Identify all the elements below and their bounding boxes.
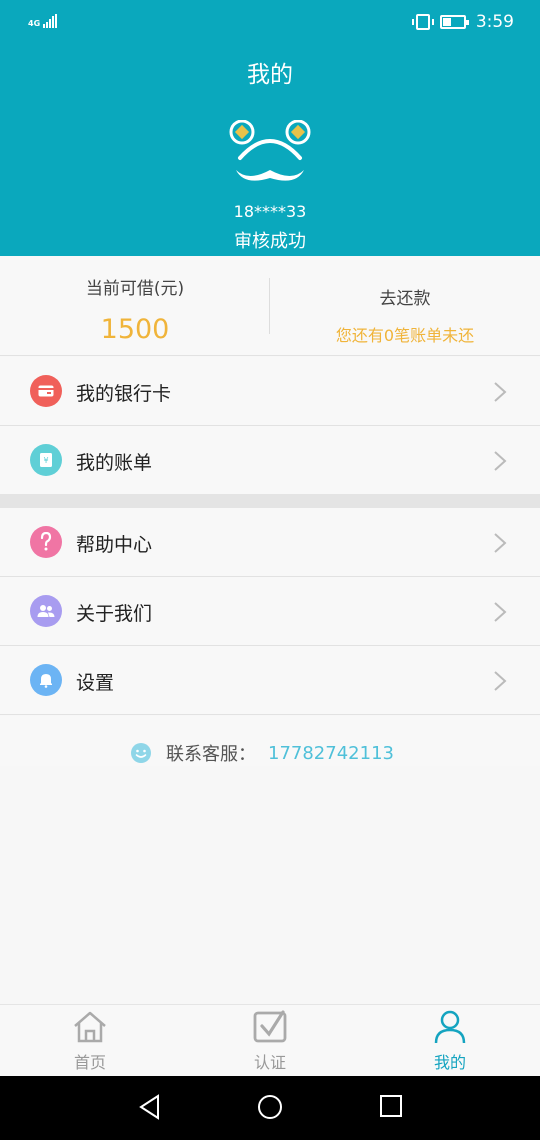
svg-text:¥: ¥ [43, 456, 48, 465]
menu-label: 我的账单 [76, 452, 153, 474]
signal-indicator: 4G [28, 14, 58, 28]
menu-item-bank-card[interactable]: 我的银行卡 [0, 357, 540, 426]
menu-label: 设置 [76, 672, 115, 694]
menu-label: 关于我们 [76, 603, 153, 625]
customer-service: 联系客服： 17782742113 [0, 716, 540, 766]
review-status: 审核成功 [234, 231, 306, 252]
menu-label: 帮助中心 [76, 534, 153, 556]
page-title: 我的 [247, 62, 293, 88]
tab-verification[interactable]: 认证 [210, 1005, 330, 1077]
tab-label: 认证 [253, 1053, 286, 1072]
profile-header: 4G 3:59 我的 18****33 审核成功 [0, 0, 540, 256]
home-button-icon[interactable] [257, 1094, 283, 1120]
avatar[interactable] [228, 120, 312, 200]
tab-label: 我的 [433, 1053, 466, 1072]
recents-icon[interactable] [379, 1094, 403, 1118]
bills-note: 您还有0笔账单未还 [335, 326, 475, 345]
menu-item-bills[interactable]: ¥ 我的账单 [0, 426, 540, 495]
chevron-right-icon [494, 533, 507, 553]
menu-item-help[interactable]: 帮助中心 [0, 508, 540, 577]
battery-icon [439, 15, 469, 29]
menu-group-account: 我的银行卡 ¥ 我的账单 [0, 357, 540, 495]
users-icon [30, 595, 62, 627]
menu-label: 我的银行卡 [76, 383, 172, 405]
menu-item-settings[interactable]: 设置 [0, 646, 540, 715]
chevron-right-icon [494, 382, 507, 402]
repay-label[interactable]: 去还款 [270, 284, 540, 309]
username: 18****33 [233, 202, 307, 221]
home-icon [74, 1011, 106, 1043]
section-divider [0, 494, 540, 508]
menu-item-about[interactable]: 关于我们 [0, 577, 540, 646]
back-icon[interactable] [138, 1094, 162, 1120]
smiley-icon [131, 743, 151, 763]
bell-icon [30, 664, 62, 696]
network-type: 4G [28, 19, 41, 28]
signal-bars-icon [43, 14, 58, 28]
bank-card-icon [30, 375, 62, 407]
chevron-right-icon [494, 602, 507, 622]
chevron-right-icon [494, 451, 507, 471]
available-credit: 当前可借(元) 1500 [0, 256, 270, 356]
loan-summary: 当前可借(元) 1500 去还款 您还有0笔账单未还 [0, 256, 540, 356]
tab-label: 首页 [73, 1053, 106, 1072]
contact-label: 联系客服： [166, 744, 256, 765]
vibrate-icon [411, 14, 434, 30]
contact-phone-link[interactable]: 17782742113 [268, 743, 394, 764]
chevron-right-icon [494, 671, 507, 691]
tab-home[interactable]: 首页 [30, 1005, 150, 1077]
tab-mine[interactable]: 我的 [390, 1005, 510, 1077]
help-icon [30, 526, 62, 558]
clock: 3:59 [475, 12, 514, 32]
available-label: 当前可借(元) [85, 279, 185, 299]
repay-section[interactable]: 去还款 您还有0笔账单未还 [270, 256, 540, 356]
person-icon [434, 1010, 466, 1044]
checkbox-icon [253, 1010, 287, 1043]
bill-icon: ¥ [30, 444, 62, 476]
system-nav-bar [0, 1076, 540, 1140]
status-bar: 4G 3:59 [0, 0, 540, 44]
bottom-tab-bar: 首页 认证 我的 [0, 1004, 540, 1076]
available-amount: 1500 [100, 314, 170, 345]
menu-group-general: 帮助中心 关于我们 设置 [0, 508, 540, 715]
